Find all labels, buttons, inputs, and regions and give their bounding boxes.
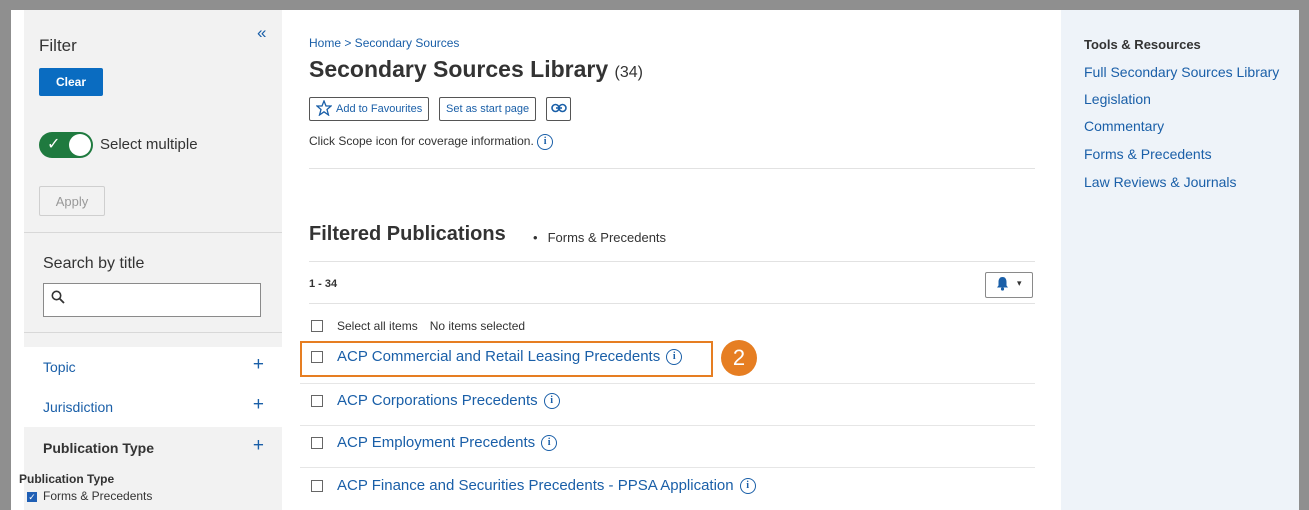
- expand-plus-icon: +: [252, 394, 264, 415]
- main-divider: [309, 168, 1035, 169]
- clear-button[interactable]: Clear: [39, 68, 103, 96]
- tools-resources-title: Tools & Resources: [1084, 37, 1201, 52]
- facet-topic[interactable]: Topic +: [24, 347, 282, 387]
- separator-dot: •: [533, 230, 538, 245]
- scope-text: Click Scope icon for coverage informatio…: [309, 134, 534, 149]
- facet-label: Publication Type: [43, 440, 154, 456]
- link-commentary[interactable]: Commentary: [1084, 118, 1164, 134]
- page-title-text: Secondary Sources Library: [309, 56, 609, 82]
- select-multiple-toggle[interactable]: ✓: [39, 132, 93, 158]
- add-to-favourites-label: Add to Favourites: [336, 103, 423, 115]
- filtered-publications-subtitle: • Forms & Precedents: [533, 230, 666, 245]
- item-checkbox[interactable]: [311, 479, 323, 492]
- info-icon[interactable]: i: [541, 434, 558, 451]
- main-divider: [309, 303, 1035, 304]
- facet-label: Jurisdiction: [43, 399, 114, 415]
- window-frame-right: [1299, 0, 1309, 510]
- window-frame-left: [0, 0, 11, 510]
- list-item: ACP Corporations Precedents i: [311, 392, 560, 409]
- sidebar-divider: [24, 232, 282, 233]
- link-legislation[interactable]: Legislation: [1084, 91, 1151, 107]
- bell-icon: [996, 276, 1009, 294]
- filtered-publications-heading: Filtered Publications: [309, 223, 506, 245]
- link-forms-precedents[interactable]: Forms & Precedents: [1084, 146, 1212, 162]
- select-all-checkbox[interactable]: [311, 320, 323, 332]
- breadcrumb[interactable]: Home > Secondary Sources: [309, 36, 459, 50]
- select-multiple-label: Select multiple: [100, 136, 198, 153]
- alert-dropdown-button[interactable]: ▾: [985, 272, 1033, 298]
- sidebar-divider: [24, 332, 282, 333]
- facet-label: Topic: [43, 359, 76, 375]
- search-title-input[interactable]: [43, 283, 261, 317]
- row-divider: [300, 383, 1035, 384]
- scope-info-text: Click Scope icon for coverage informatio…: [309, 134, 554, 150]
- row-divider: [300, 467, 1035, 468]
- item-checkbox[interactable]: [311, 436, 323, 449]
- results-range: 1 - 34: [309, 278, 338, 290]
- list-item: ACP Employment Precedents i: [311, 434, 558, 451]
- expand-plus-icon: +: [252, 354, 264, 375]
- publication-link[interactable]: ACP Corporations Precedents: [337, 392, 538, 409]
- collapse-sidebar-icon[interactable]: «: [257, 23, 266, 43]
- set-as-start-page-label: Set as start page: [446, 103, 530, 115]
- search-by-title-label: Search by title: [43, 255, 145, 272]
- set-as-start-page-button[interactable]: Set as start page: [439, 97, 537, 121]
- info-icon[interactable]: i: [739, 477, 756, 494]
- link-icon: [550, 103, 567, 116]
- apply-button[interactable]: Apply: [39, 186, 105, 216]
- select-all-row: Select all items No items selected: [311, 319, 525, 333]
- add-to-favourites-button[interactable]: Add to Favourites: [309, 97, 430, 121]
- page-title: Secondary Sources Library (34): [309, 56, 643, 83]
- star-icon: [315, 98, 333, 119]
- window-frame-top: [0, 0, 1309, 10]
- select-all-label: Select all items: [337, 319, 418, 333]
- toggle-knob: [69, 134, 91, 156]
- copy-link-button[interactable]: [546, 97, 571, 121]
- tools-resources-panel: Tools & Resources Full Secondary Sources…: [1061, 10, 1299, 510]
- filter-value: Forms & Precedents: [547, 230, 667, 245]
- item-checkbox[interactable]: [311, 394, 323, 407]
- row-divider: [300, 425, 1035, 426]
- filter-sidebar: Filter « Clear ✓ Select multiple Apply S…: [24, 10, 282, 510]
- highlight-box: [300, 341, 713, 377]
- publication-link[interactable]: ACP Finance and Securities Precedents - …: [337, 477, 734, 494]
- info-icon[interactable]: i: [543, 392, 560, 409]
- selection-status: No items selected: [429, 319, 526, 333]
- search-icon: [51, 290, 65, 308]
- list-item: ACP Finance and Securities Precedents - …: [311, 477, 756, 494]
- facet-publication-type[interactable]: Publication Type +: [24, 428, 282, 468]
- link-law-reviews[interactable]: Law Reviews & Journals: [1084, 174, 1237, 190]
- publication-link[interactable]: ACP Employment Precedents: [337, 434, 535, 451]
- main-divider: [309, 261, 1035, 262]
- info-icon[interactable]: i: [537, 134, 554, 150]
- expand-plus-icon: +: [252, 435, 264, 456]
- checkbox-checked-icon[interactable]: ✓: [27, 492, 37, 502]
- chevron-down-icon: ▾: [1017, 278, 1022, 288]
- filter-title: Filter: [39, 36, 77, 55]
- publication-type-option-label: Forms & Precedents: [43, 489, 153, 503]
- checkmark-icon: ✓: [47, 136, 61, 153]
- link-full-library[interactable]: Full Secondary Sources Library: [1084, 64, 1279, 80]
- publication-type-option[interactable]: ✓ Forms & Precedents: [27, 489, 152, 503]
- publication-type-heading: Publication Type: [19, 472, 115, 486]
- facet-jurisdiction[interactable]: Jurisdiction +: [24, 387, 282, 427]
- result-count: (34): [614, 64, 643, 81]
- step-badge: 2: [721, 340, 757, 376]
